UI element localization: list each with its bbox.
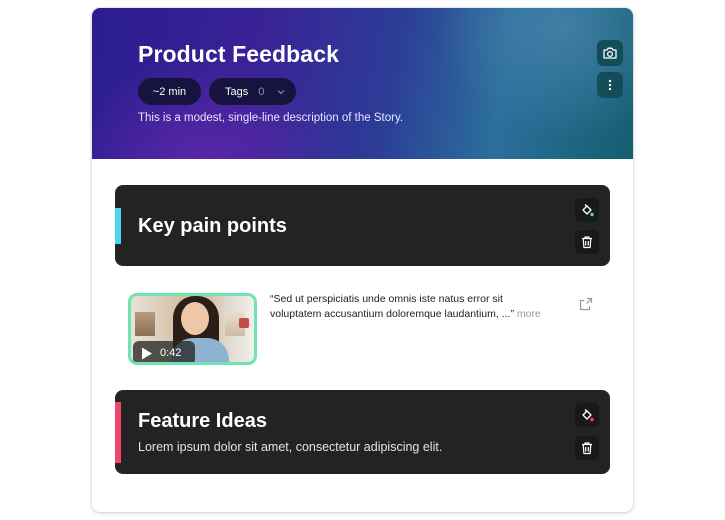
story-title[interactable]: Product Feedback [138,41,339,68]
video-clip-thumbnail[interactable]: 0:42 [128,293,257,365]
quote-text: “Sed ut perspiciatis unde omnis iste nat… [270,293,514,320]
section-accent-bar [115,208,121,244]
chevron-down-icon [277,89,285,94]
section-color-button[interactable] [575,403,599,427]
section-delete-button[interactable] [575,230,599,254]
trash-icon [582,236,592,249]
tags-count: 0 [258,85,265,98]
section-accent-bar [115,402,121,463]
story-header: Product Feedback ~2 min Tags 0 This is a… [92,8,633,159]
share-button[interactable] [577,295,595,313]
clip-quote: “Sed ut perspiciatis unde omnis iste nat… [270,292,550,322]
duration-badge: ~2 min [138,78,201,105]
section-title[interactable]: Key pain points [138,215,287,238]
clip-duration: 0:42 [160,347,182,359]
section-description: Lorem ipsum dolor sit amet, consectetur … [138,440,443,454]
story-description: This is a modest, single-line descriptio… [138,112,404,124]
play-button[interactable]: 0:42 [133,341,195,362]
more-options-button[interactable] [597,72,623,98]
section-delete-button[interactable] [575,436,599,460]
section-color-button[interactable] [575,198,599,222]
tags-dropdown[interactable]: Tags 0 [209,78,296,105]
tags-label: Tags [225,85,249,98]
section-title[interactable]: Feature Ideas [138,410,267,433]
section-feature-ideas[interactable]: Feature Ideas Lorem ipsum dolor sit amet… [115,390,610,474]
camera-button[interactable] [597,40,623,66]
play-icon [142,347,152,359]
trash-icon [582,442,592,455]
share-icon [579,297,593,311]
paint-bucket-icon [582,204,594,217]
camera-icon [603,47,617,59]
more-vertical-icon [608,79,612,91]
section-key-pain-points[interactable]: Key pain points [115,185,610,266]
more-link[interactable]: more [517,308,541,320]
paint-bucket-icon [582,409,594,422]
